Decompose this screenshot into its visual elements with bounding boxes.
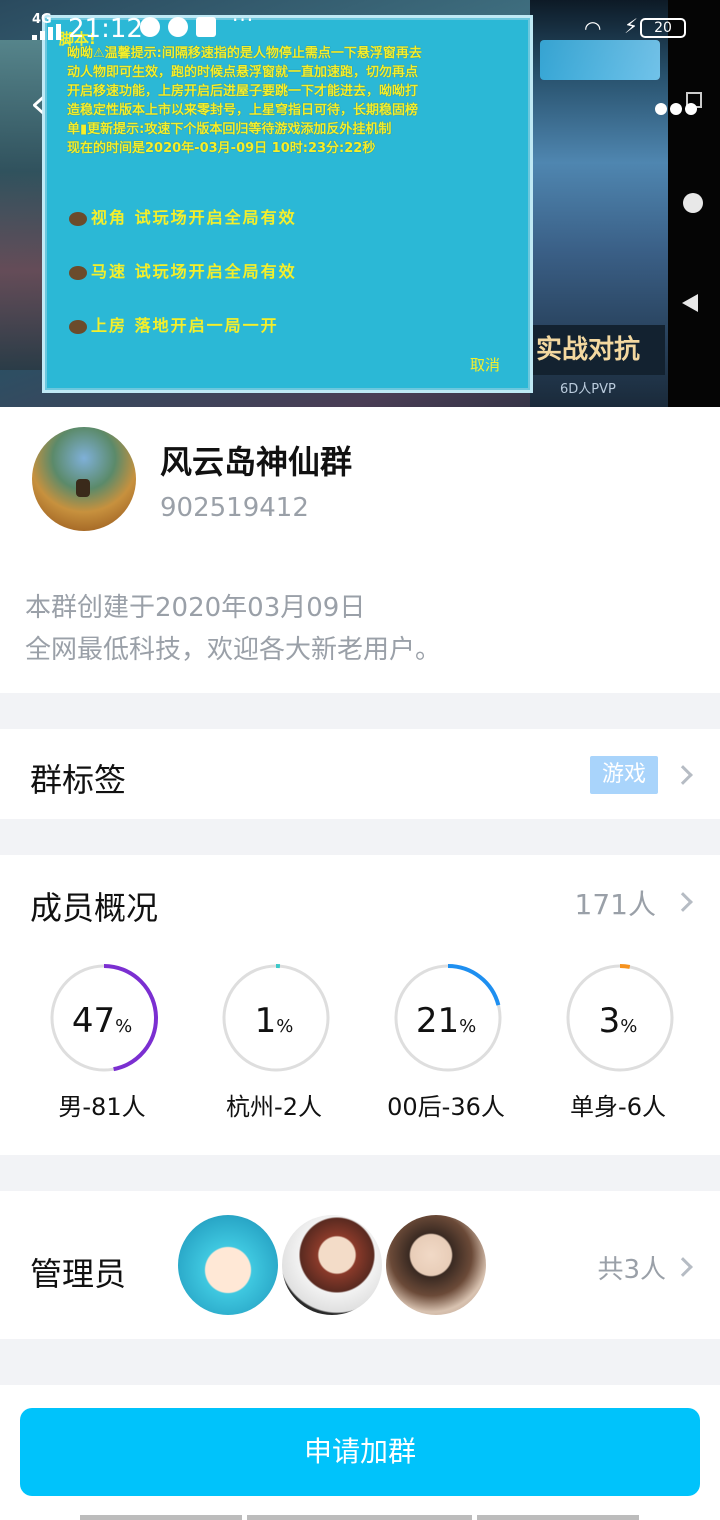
charging-icon: ⚡: [624, 14, 639, 38]
group-avatar[interactable]: [32, 427, 136, 531]
notice-line: 单▮更新提示:攻速下个版本回归等待游戏添加反外挂机制: [67, 122, 392, 137]
members-title: 成员概况: [30, 889, 159, 927]
group-cover-image: 实战对抗 6D人PVP 脚本! 呦呦⚠温馨提示:间隔移速指的是人物停止需点一下悬…: [0, 0, 720, 407]
gesture-bar: [80, 1515, 242, 1520]
notice-line: 开启移速功能，上房开启后进屋子要跳一下才能进去，呦呦打: [67, 84, 419, 99]
back-triangle-icon: [682, 294, 698, 312]
admins-row[interactable]: 管理员 共3人: [0, 1191, 720, 1339]
stat-label: 单身-6人: [570, 1093, 666, 1121]
stat-city: 1% 杭州-2人: [194, 963, 354, 1123]
chevron-right-icon: [673, 765, 693, 785]
admins-title: 管理员: [30, 1255, 127, 1293]
stat-value: 21%: [415, 1001, 477, 1041]
chevron-right-icon: [673, 1257, 693, 1277]
stat-gender: 47% 男-81人: [22, 963, 182, 1123]
popup-option-view: 视角 试玩场开启全局有效: [69, 204, 297, 228]
storage-icon: [196, 17, 216, 37]
stat-value: 47%: [71, 1001, 133, 1041]
tags-title: 群标签: [30, 761, 127, 799]
group-description-line: 全网最低科技，欢迎各大新老用户。: [25, 635, 442, 665]
cover-sub: 6D人PVP: [560, 382, 616, 397]
group-tags-row[interactable]: 群标签 游戏: [0, 729, 720, 819]
option-label: 上房 落地开启一局一开: [91, 316, 279, 335]
stat-label: 男-81人: [58, 1093, 146, 1121]
more-menu-button[interactable]: [655, 100, 703, 115]
members-count[interactable]: 171人: [575, 883, 656, 923]
battery-icon: 20: [640, 18, 686, 38]
chevron-right-icon[interactable]: [673, 892, 693, 912]
popup-cancel: 取消: [469, 356, 500, 374]
house-icon: [69, 319, 87, 334]
admin-avatar[interactable]: [386, 1215, 486, 1315]
group-name: 风云岛神仙群: [160, 443, 353, 481]
app-notify-icon: [140, 17, 160, 37]
notice-line: 动人物即可生效，跑的时候点悬浮窗就一直加速跑，切勿再点: [67, 65, 419, 80]
apply-join-button[interactable]: 申请加群: [20, 1408, 700, 1496]
bottom-action-bar: 申请加群: [0, 1385, 720, 1520]
status-bar: 4G 21:12 ··· ◠ ⚡ 20: [0, 0, 720, 56]
popup-option-roof: 上房 落地开启一局一开: [69, 312, 279, 336]
gesture-bar: [477, 1515, 639, 1520]
group-description-line: 本群创建于2020年03月09日: [25, 593, 366, 623]
clock: 21:12: [68, 14, 143, 44]
more-notifications-icon: ···: [232, 8, 255, 32]
stat-label: 00后-36人: [387, 1093, 505, 1121]
tag-chip: 游戏: [590, 756, 658, 794]
wifi-icon: ◠: [584, 16, 602, 40]
stat-value: 1%: [254, 1001, 294, 1041]
option-label: 视角 试玩场开启全局有效: [91, 208, 297, 227]
group-id: 902519412: [160, 493, 309, 523]
stat-label: 杭州-2人: [226, 1093, 322, 1121]
admin-avatar[interactable]: [178, 1215, 278, 1315]
stat-single: 3% 单身-6人: [538, 963, 698, 1123]
group-profile-card: 风云岛神仙群 902519412 本群创建于2020年03月09日 全网最低科技…: [0, 407, 720, 693]
stat-age: 21% 00后-36人: [366, 963, 526, 1123]
message-icon: [168, 17, 188, 37]
gesture-bar: [247, 1515, 472, 1520]
admins-count: 共3人: [597, 1255, 666, 1285]
horse-icon: [69, 265, 87, 280]
eye-icon: [69, 211, 87, 226]
signal-icon: [32, 24, 62, 40]
back-button[interactable]: ‹: [30, 84, 56, 126]
notice-line: 造稳定性版本上市以来零封号，上星穹指日可待，长期稳固榜: [67, 103, 419, 118]
members-overview: 成员概况 171人 47% 男-81人 1% 杭州-2人 21% 00后-36人…: [0, 855, 720, 1155]
popup-option-speed: 马速 试玩场开启全局有效: [69, 258, 297, 282]
cover-badge: 实战对抗: [530, 325, 665, 375]
admin-avatar[interactable]: [282, 1215, 382, 1315]
cheat-popup: 脚本! 呦呦⚠温馨提示:间隔移速指的是人物停止需点一下悬浮窗再去 动人物即可生效…: [42, 15, 533, 393]
notice-line: 现在的时间是2020年-03月-09日 10时:23分:22秒: [67, 141, 376, 156]
stat-value: 3%: [598, 1001, 638, 1041]
cover-bg-right: 实战对抗 6D人PVP: [530, 0, 670, 407]
popup-notice: 呦呦⚠温馨提示:间隔移速指的是人物停止需点一下悬浮窗再去 动人物即可生效，跑的时…: [67, 44, 522, 158]
option-label: 马速 试玩场开启全局有效: [91, 262, 297, 281]
nav-strip: [668, 0, 720, 407]
home-icon: [683, 193, 703, 213]
